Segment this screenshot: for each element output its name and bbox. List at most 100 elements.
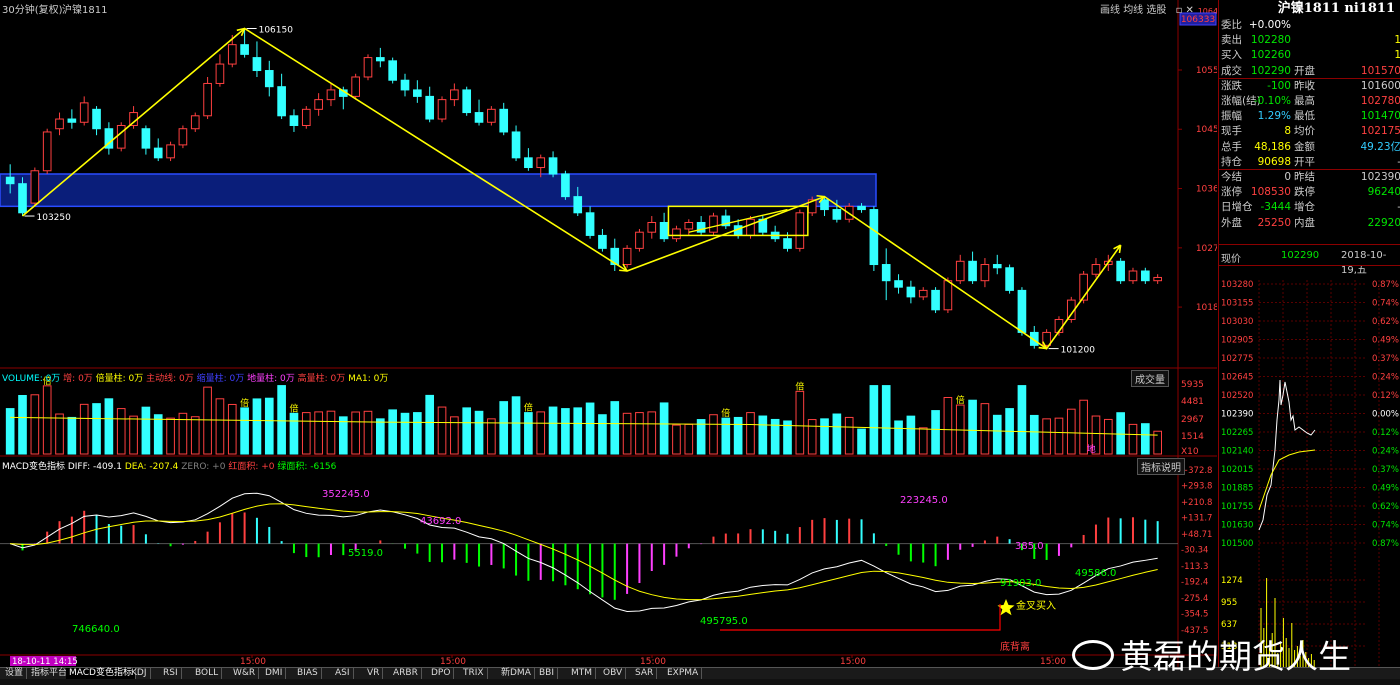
macd-legend-item: 红面积: +0 [228, 462, 278, 472]
candle-body [462, 89, 472, 114]
candle-body [413, 89, 422, 97]
candle-body [326, 89, 336, 101]
volume-tick-label: 4481 [1181, 397, 1204, 407]
candle-body [622, 247, 632, 266]
volume-bar [388, 409, 397, 455]
window-controls-icon[interactable]: ▫ ✕ [1176, 5, 1194, 16]
candle-body [277, 86, 286, 117]
quote-row: 委比 +0.00% [1219, 18, 1400, 33]
indicator-tab[interactable]: DPO [428, 668, 455, 679]
indicator-tab[interactable]: DMI [262, 668, 287, 679]
mini-pct-tick: 0.37% [1372, 465, 1399, 475]
quote-cell: 均价 [1294, 125, 1315, 138]
candle-body [573, 196, 583, 214]
gold-cross-label: 金叉买入 [1016, 599, 1056, 612]
volume-bar [647, 411, 657, 455]
indicator-tab[interactable]: RSI [160, 668, 182, 679]
quote-cell: 90698 [1257, 155, 1291, 168]
low-right-annotation: 101200 [1061, 346, 1096, 356]
candle-body [166, 144, 175, 159]
volume-bar [1029, 414, 1039, 455]
indicator-tab[interactable]: OBV [600, 668, 627, 679]
volume-bar [1140, 423, 1150, 455]
quote-row: 涨幅(结) -0.10% 最高 102780 [1219, 94, 1400, 109]
time-start-label: 18-10-11 14:15 [12, 657, 78, 667]
candle-body [79, 102, 89, 123]
volume-bar [659, 402, 669, 455]
volume-bar [18, 394, 27, 455]
candle-body [1017, 289, 1027, 333]
volume-bar [561, 408, 570, 455]
indicator-tab[interactable]: 设置 [2, 668, 28, 679]
mini-pct-tick: 0.62% [1372, 502, 1399, 512]
indicator-tab[interactable]: ASI [332, 668, 354, 679]
volume-bei-marker: 倍 [240, 397, 249, 409]
kline-svg[interactable]: 1055081045921036751027581018421064051063… [0, 0, 1217, 668]
quote-cell: 102290 [1250, 64, 1291, 77]
indicator-tab[interactable]: ARBR [390, 668, 422, 679]
candle-body [881, 264, 891, 282]
candle-body [980, 264, 990, 282]
indicator-tab[interactable]: W&R [230, 668, 260, 679]
volume-bar [5, 408, 15, 455]
indicator-tab[interactable]: VR [364, 668, 384, 679]
price-tick-label: 102758 [1196, 244, 1217, 254]
volume-bar [462, 407, 472, 455]
indicator-tab[interactable]: MTM [568, 668, 597, 679]
intraday-mini-chart[interactable]: 103280 103155 103030 102905 102775 102645 1025… [1219, 280, 1400, 668]
volume-unit-label: X10 [1181, 447, 1199, 457]
quote-cell: 1.29% [1257, 110, 1291, 123]
indicator-tab[interactable]: BBI [536, 668, 559, 679]
quote-cell: 101600 [1360, 79, 1400, 92]
volume-bar [67, 416, 77, 455]
indicator-help-button[interactable]: 指标说明 [1137, 458, 1185, 475]
quote-cell: 25250 [1257, 216, 1291, 229]
quote-cell: 最高 [1294, 95, 1315, 107]
mini-price-tick: 102520 [1221, 391, 1253, 401]
quote-cell: 8 [1284, 125, 1291, 138]
volume-bar [92, 403, 101, 455]
volume-bar [42, 385, 52, 455]
candle-body [1091, 264, 1101, 275]
macd-tick-label: -354.5 [1181, 610, 1208, 620]
indicator-tab[interactable]: 指标平台 [28, 668, 72, 679]
volume-button[interactable]: 成交量 [1131, 370, 1169, 387]
kline-chart-area[interactable]: 1055081045921036751027581018421064051063… [0, 0, 1217, 668]
volume-bar [264, 397, 274, 455]
macd-area-label: 746640.0 [72, 624, 120, 635]
quote-row: 成交 102290 开盘 101570 [1219, 64, 1400, 79]
ma-tool[interactable]: 均线 [1123, 5, 1143, 16]
draw-line-tool[interactable]: 画线 [1100, 5, 1120, 16]
indicator-tab[interactable]: TRIX [460, 668, 488, 679]
volume-legend-item: 增: 0万 [63, 374, 96, 384]
quote-row: 日增仓-3444增仓- [1219, 200, 1400, 215]
candle-body [561, 173, 570, 198]
candle-body [437, 99, 447, 120]
indicator-tab[interactable]: KDJ [128, 668, 151, 679]
indicator-tab[interactable]: MACD变色指标 [66, 668, 136, 679]
quote-cell: 101470 [1360, 110, 1400, 123]
stock-picker-tool[interactable]: 选股 [1146, 5, 1166, 16]
quote-cell: 买入 [1221, 49, 1242, 62]
quote-cell: 0 [1284, 171, 1291, 183]
indicator-tab[interactable]: 新DMA [498, 668, 535, 679]
candle-body [918, 289, 928, 298]
indicator-tab[interactable]: EXPMA [664, 668, 703, 679]
candle-body [190, 115, 200, 130]
candle-body [5, 176, 15, 185]
indicator-tab[interactable]: BIAS [294, 668, 322, 679]
volume-bei-marker: 倍 [524, 402, 533, 414]
volume-bar [684, 423, 694, 455]
quote-cell: 内盘 [1294, 216, 1315, 229]
macd-tick-label: +293.8 [1181, 482, 1212, 492]
candle-body [1140, 270, 1150, 282]
indicator-tab[interactable]: SAR [632, 668, 658, 679]
quote-cell: 102390 [1360, 171, 1400, 183]
candle-body [647, 221, 657, 233]
candle-body [363, 57, 373, 78]
quote-row: 外盘 25250 内盘 22920 [1219, 216, 1400, 231]
indicator-tab[interactable]: BOLL [192, 668, 223, 679]
volume-bar [881, 385, 891, 455]
candle-body [1153, 276, 1162, 282]
mini-pct-tick: 0.24% [1372, 447, 1399, 457]
